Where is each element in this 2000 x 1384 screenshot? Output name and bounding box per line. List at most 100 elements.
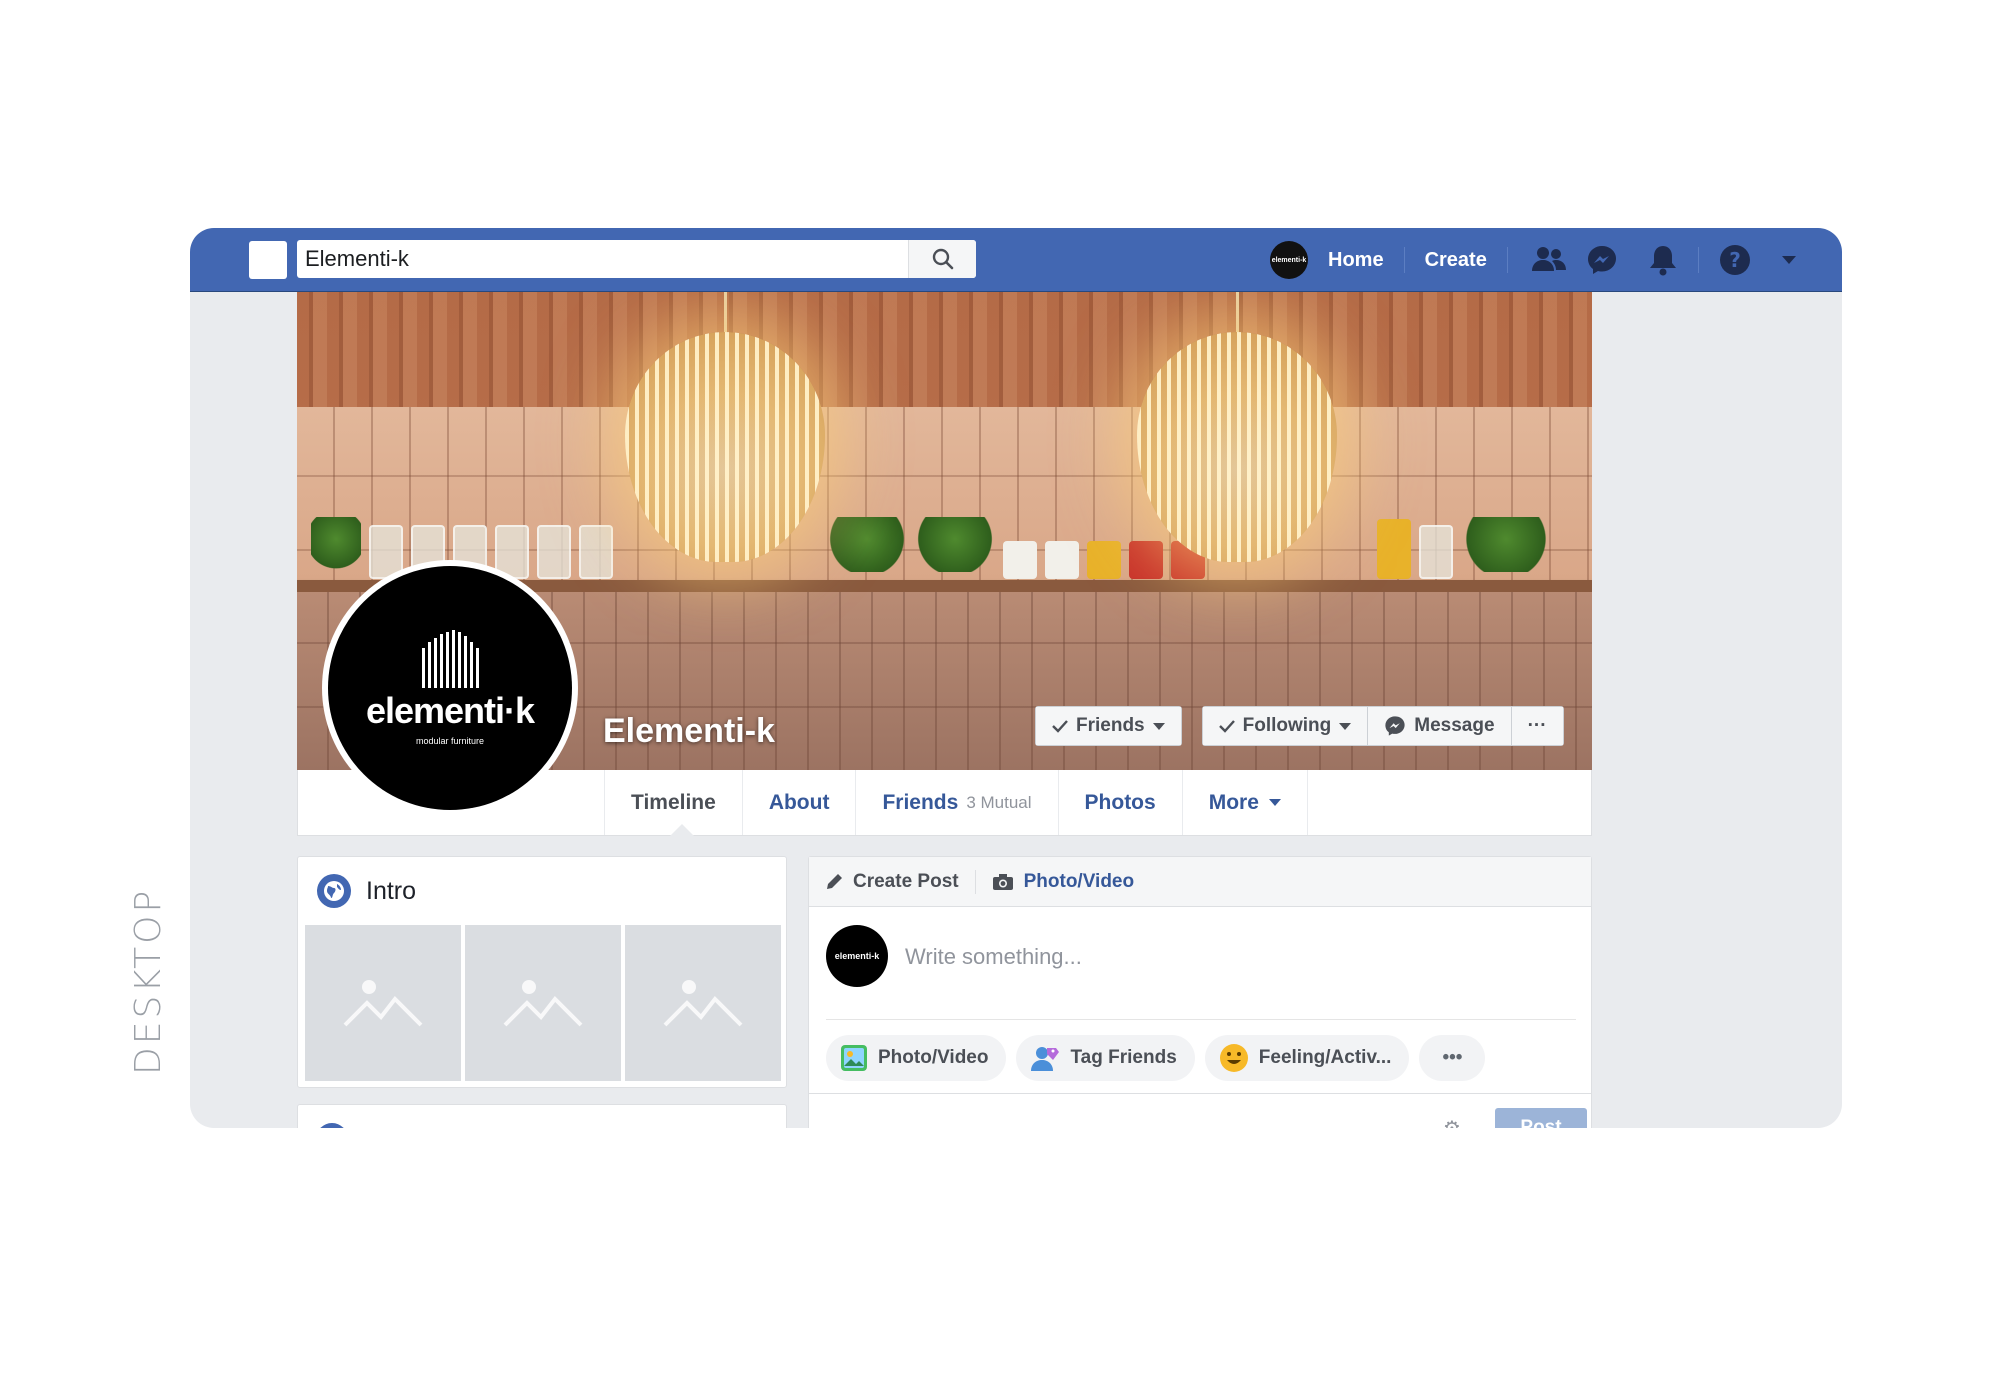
svg-text:?: ? — [1729, 248, 1741, 272]
following-button-label: Following — [1242, 715, 1332, 736]
chevron-down-icon — [1152, 722, 1165, 730]
brand-logo-word: elementi·k — [365, 690, 535, 731]
image-placeholder-icon — [503, 980, 583, 1027]
check-icon — [1052, 720, 1068, 733]
nav-avatar-text: elementi-k — [1271, 256, 1307, 264]
composer-footer: ⚙ Post — [809, 1093, 1591, 1128]
more-actions-chip[interactable]: ••• — [1419, 1035, 1486, 1081]
friends-button-label: Friends — [1076, 715, 1145, 736]
gear-icon[interactable]: ⚙ — [1443, 1116, 1461, 1128]
cover-pendant-lamp — [625, 292, 825, 562]
tab-friends-mutual-count: 3 Mutual — [966, 792, 1032, 812]
post-button[interactable]: Post — [1495, 1108, 1587, 1128]
photo-placeholder[interactable] — [625, 925, 781, 1081]
secondary-card — [297, 1104, 787, 1128]
photo-video-tab-label: Photo/Video — [1023, 870, 1135, 892]
composer-body: elementi-k — [809, 907, 1591, 1017]
tab-friends[interactable]: Friends 3 Mutual — [855, 770, 1057, 835]
composer-avatar-text: elementi-k — [834, 951, 880, 961]
cover-pendant-lamp — [1137, 292, 1337, 562]
photo-video-chip[interactable]: Photo/Video — [826, 1035, 1007, 1081]
search-input[interactable] — [297, 240, 908, 278]
composer-avatar: elementi-k — [826, 925, 888, 987]
cover-action-buttons: Friends Following Message ··· — [1035, 706, 1564, 746]
follow-message-group: Following Message ··· — [1201, 706, 1564, 746]
tag-friends-chip[interactable]: Tag Friends — [1016, 1035, 1195, 1081]
tab-photos-label: Photos — [1084, 790, 1156, 814]
help-icon[interactable]: ? — [1719, 244, 1751, 276]
tab-photos[interactable]: Photos — [1057, 770, 1182, 835]
intro-title: Intro — [366, 876, 417, 905]
message-button-label: Message — [1414, 715, 1495, 736]
following-button[interactable]: Following — [1202, 707, 1368, 745]
more-options-button[interactable]: ··· — [1510, 707, 1563, 745]
cover-wood-panel — [297, 292, 1592, 407]
post-button-label: Post — [1520, 1117, 1562, 1128]
messenger-icon — [1385, 716, 1405, 736]
nav-create-link[interactable]: Create — [1405, 249, 1507, 272]
tab-friends-label: Friends — [882, 790, 959, 814]
write-something-input[interactable] — [905, 937, 1565, 977]
photo-video-tab[interactable]: Photo/Video — [992, 871, 1134, 893]
smiley-face-icon — [1219, 1044, 1248, 1072]
composer-divider — [826, 1019, 1576, 1020]
tab-about-label: About — [768, 790, 830, 814]
profile-picture[interactable]: elementi·k modular furniture — [322, 560, 578, 816]
search-box — [297, 240, 976, 278]
account-menu-chevron-down-icon[interactable] — [1781, 255, 1797, 265]
nav-divider — [1506, 247, 1508, 273]
tag-friends-icon — [1031, 1047, 1060, 1071]
tab-timeline-label: Timeline — [631, 790, 716, 814]
camera-icon — [992, 873, 1013, 890]
composer-header-divider — [974, 869, 976, 894]
nav-avatar[interactable]: elementi-k — [1270, 241, 1308, 279]
nav-home-link[interactable]: Home — [1308, 249, 1404, 272]
composer-header: Create Post Photo/Video — [809, 857, 1591, 907]
nav-divider — [1697, 247, 1699, 273]
tab-more-label: More — [1208, 790, 1259, 814]
chevron-down-icon — [1268, 799, 1281, 806]
cover-shelf-items-right — [1377, 517, 1551, 581]
more-options-label: ··· — [1527, 715, 1547, 736]
feeling-activity-chip-label: Feeling/Activ... — [1258, 1047, 1392, 1068]
photo-placeholder[interactable] — [465, 925, 621, 1081]
pencil-icon — [827, 873, 842, 889]
brand-logo: elementi·k modular furniture — [328, 566, 572, 810]
globe-icon — [317, 874, 351, 908]
notifications-bell-icon[interactable] — [1648, 244, 1678, 276]
profile-name[interactable]: Elementi-k — [603, 712, 775, 751]
search-button[interactable] — [908, 240, 976, 278]
card-icon — [316, 1123, 348, 1128]
active-tab-pointer — [670, 824, 694, 836]
message-button[interactable]: Message — [1367, 707, 1511, 745]
friend-requests-icon[interactable] — [1531, 245, 1566, 275]
feeling-activity-chip[interactable]: Feeling/Activ... — [1204, 1035, 1410, 1081]
profile-tab-list: Timeline About Friends 3 Mutual Photos M… — [604, 770, 1308, 835]
tag-friends-chip-label: Tag Friends — [1070, 1047, 1177, 1068]
messenger-icon[interactable] — [1586, 244, 1618, 276]
image-placeholder-icon — [343, 980, 423, 1027]
nav-right-group: elementi-k Home Create ? — [1270, 228, 1807, 292]
facebook-logo-icon[interactable] — [249, 241, 287, 279]
tab-more[interactable]: More — [1181, 770, 1308, 835]
photo-placeholder[interactable] — [305, 925, 461, 1081]
brand-logo-bars — [421, 630, 479, 688]
browser-frame: elementi-k Home Create ? — [190, 228, 1842, 1128]
photo-video-chip-label: Photo/Video — [878, 1047, 989, 1068]
image-placeholder-icon — [663, 980, 743, 1027]
create-post-label: Create Post — [853, 870, 959, 892]
composer-action-chips: Photo/Video Tag Friends Feeling/Activ...… — [826, 1035, 1486, 1081]
post-composer: Create Post Photo/Video elementi-k Photo… — [808, 856, 1592, 1128]
search-icon — [932, 248, 953, 270]
create-post-tab[interactable]: Create Post — [825, 871, 959, 893]
intro-card: Intro — [297, 856, 787, 1088]
intro-photo-thumbnails — [305, 925, 781, 1081]
check-icon — [1218, 720, 1235, 733]
chevron-down-icon — [1339, 722, 1352, 730]
friends-button[interactable]: Friends — [1036, 707, 1181, 745]
intro-header: Intro — [298, 857, 786, 925]
tab-about[interactable]: About — [741, 770, 856, 835]
top-navigation-bar: elementi-k Home Create ? — [190, 228, 1842, 292]
brand-logo-subtitle: modular furniture — [415, 736, 485, 746]
friends-button-group: Friends — [1035, 706, 1182, 746]
